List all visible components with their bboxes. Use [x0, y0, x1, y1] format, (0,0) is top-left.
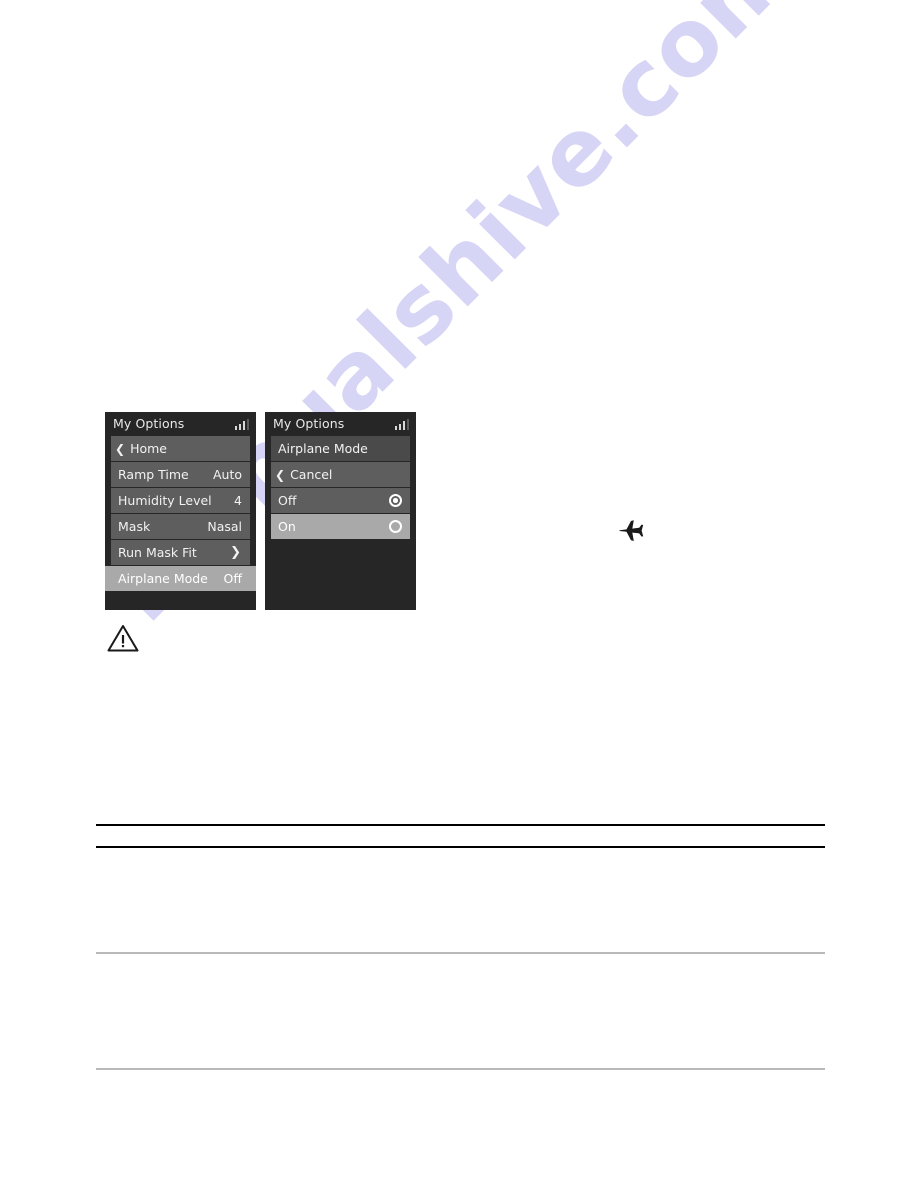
warning-triangle-icon: [107, 624, 139, 657]
radio-button-on[interactable]: [389, 520, 402, 533]
device-screen-my-options: My Options ❮ Home Ramp Time Auto Humidit…: [105, 412, 256, 610]
picker-option-off-label: Off: [278, 493, 297, 508]
menu-item-mask[interactable]: Mask Nasal: [111, 514, 250, 539]
menu-item-ramp-time-value: Auto: [212, 467, 242, 482]
chevron-right-icon: ❯: [230, 545, 241, 560]
signal-strength-icon: [394, 419, 409, 430]
picker-rows: Airplane Mode ❮ Cancel Off On: [265, 436, 416, 539]
menu-item-mask-label: Mask: [118, 519, 151, 534]
picker-option-off[interactable]: Off: [271, 488, 410, 513]
airplane-icon: [617, 518, 645, 549]
menu-item-airplane-mode-value: Off: [223, 571, 242, 586]
menu-item-home-label: Home: [130, 441, 167, 456]
screen-header: My Options: [265, 412, 416, 436]
picker-title-label: Airplane Mode: [278, 441, 368, 456]
menu-item-humidity-level-label: Humidity Level: [118, 493, 212, 508]
menu-item-ramp-time[interactable]: Ramp Time Auto: [111, 462, 250, 487]
menu-item-humidity-level[interactable]: Humidity Level 4: [111, 488, 250, 513]
table-rule-row-1: [96, 952, 825, 954]
table-rule-header: [96, 846, 825, 848]
menu-item-airplane-mode-label: Airplane Mode: [118, 571, 208, 586]
chevron-left-icon: ❮: [275, 467, 286, 482]
chevron-left-icon: ❮: [115, 441, 126, 456]
picker-title-airplane-mode: Airplane Mode: [271, 436, 410, 461]
menu-item-run-mask-fit-label: Run Mask Fit: [118, 545, 197, 560]
radio-button-off[interactable]: [389, 494, 402, 507]
menu-item-home-label-wrap: ❮ Home: [111, 441, 250, 456]
table-rule-top: [96, 824, 825, 826]
menu-rows: ❮ Home Ramp Time Auto Humidity Level 4 M…: [105, 436, 256, 591]
menu-item-run-mask-fit[interactable]: Run Mask Fit ❯: [111, 540, 250, 565]
menu-item-home[interactable]: ❮ Home: [111, 436, 250, 461]
table-rule-row-2: [96, 1068, 825, 1070]
picker-item-cancel[interactable]: ❮ Cancel: [271, 462, 410, 487]
menu-item-mask-value: Nasal: [207, 519, 242, 534]
picker-item-cancel-label-wrap: ❮ Cancel: [271, 467, 410, 482]
menu-item-humidity-level-value: 4: [234, 493, 242, 508]
picker-option-on-label: On: [278, 519, 296, 534]
screen-header: My Options: [105, 412, 256, 436]
menu-item-ramp-time-label: Ramp Time: [118, 467, 189, 482]
picker-item-cancel-label: Cancel: [290, 467, 333, 482]
device-screen-airplane-mode: My Options Airplane Mode ❮ Cancel Off On: [265, 412, 416, 610]
menu-item-airplane-mode[interactable]: Airplane Mode Off: [105, 566, 256, 591]
picker-option-on[interactable]: On: [271, 514, 410, 539]
screen-title: My Options: [273, 416, 345, 431]
signal-strength-icon: [234, 419, 249, 430]
screen-title: My Options: [113, 416, 185, 431]
